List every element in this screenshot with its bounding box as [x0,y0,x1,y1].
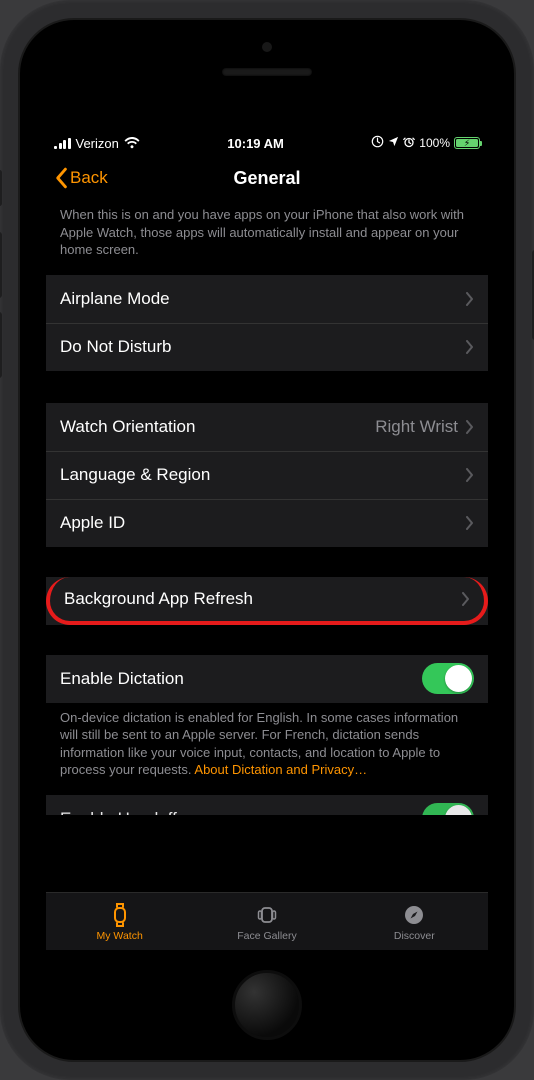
watch-orientation-row[interactable]: Watch Orientation Right Wrist [46,403,488,451]
settings-group: Enable Handoff [46,795,488,815]
chevron-right-icon [466,340,474,354]
language-region-row[interactable]: Language & Region [46,451,488,499]
do-not-disturb-row[interactable]: Do Not Disturb [46,323,488,371]
earpiece-speaker [222,68,312,76]
chevron-right-icon [466,292,474,306]
tab-bar: My Watch Face Gallery Discover [46,892,488,950]
watch-icon [110,902,130,928]
chevron-right-icon [466,468,474,482]
wifi-icon [124,137,140,149]
settings-content[interactable]: When this is on and you have apps on you… [46,200,488,892]
chevron-right-icon [466,420,474,434]
carrier-label: Verizon [76,136,119,151]
status-bar: Verizon 10:19 AM 100% [46,130,488,156]
row-label: Enable Dictation [60,669,422,689]
background-app-refresh-row[interactable]: Background App Refresh [46,577,488,625]
page-title: General [46,168,488,189]
front-camera [262,42,272,52]
tab-label: My Watch [97,930,143,942]
back-button[interactable]: Back [54,167,108,189]
tab-face-gallery[interactable]: Face Gallery [193,893,340,950]
row-detail: Right Wrist [375,417,458,437]
tab-discover[interactable]: Discover [341,893,488,950]
tab-label: Discover [394,930,435,942]
settings-group: Enable Dictation [46,655,488,703]
volume-up-button [0,232,2,298]
settings-group: Airplane Mode Do Not Disturb [46,275,488,371]
phone-frame: Verizon 10:19 AM 100% [0,0,534,1080]
chevron-right-icon [466,516,474,530]
section-footer-text: When this is on and you have apps on you… [46,200,488,275]
enable-dictation-toggle[interactable] [422,663,474,694]
battery-percent: 100% [419,136,450,150]
location-icon [388,136,399,150]
enable-handoff-row: Enable Handoff [46,795,488,815]
status-time: 10:19 AM [227,136,284,151]
settings-group: Background App Refresh [46,577,488,625]
cell-signal-icon [54,138,71,149]
row-label: Apple ID [60,513,466,533]
row-label: Enable Handoff [60,809,422,815]
nav-bar: Back General [46,156,488,200]
airplane-mode-row[interactable]: Airplane Mode [46,275,488,323]
row-label: Do Not Disturb [60,337,466,357]
row-label: Watch Orientation [60,417,375,437]
dictation-footer: On-device dictation is enabled for Engli… [46,703,488,795]
apple-id-row[interactable]: Apple ID [46,499,488,547]
home-button[interactable] [232,970,302,1040]
tab-my-watch[interactable]: My Watch [46,893,193,950]
volume-down-button [0,312,2,378]
compass-icon [403,902,425,928]
row-label: Language & Region [60,465,466,485]
enable-handoff-toggle[interactable] [422,803,474,815]
chevron-right-icon [462,592,470,606]
alarm-icon [403,136,415,151]
rotation-lock-icon [371,135,384,151]
phone-bezel: Verizon 10:19 AM 100% [18,18,516,1062]
row-label: Background App Refresh [64,589,462,609]
face-gallery-icon [256,902,278,928]
mute-switch [0,170,2,206]
battery-icon: ⚡︎ [454,137,480,149]
back-label: Back [70,168,108,188]
enable-dictation-row: Enable Dictation [46,655,488,703]
settings-group: Watch Orientation Right Wrist Language &… [46,403,488,547]
tab-label: Face Gallery [237,930,297,942]
chevron-left-icon [54,167,68,189]
charging-bolt-icon: ⚡︎ [464,139,470,148]
screen: Verizon 10:19 AM 100% [46,130,488,950]
row-label: Airplane Mode [60,289,466,309]
dictation-privacy-link[interactable]: About Dictation and Privacy… [194,762,367,777]
